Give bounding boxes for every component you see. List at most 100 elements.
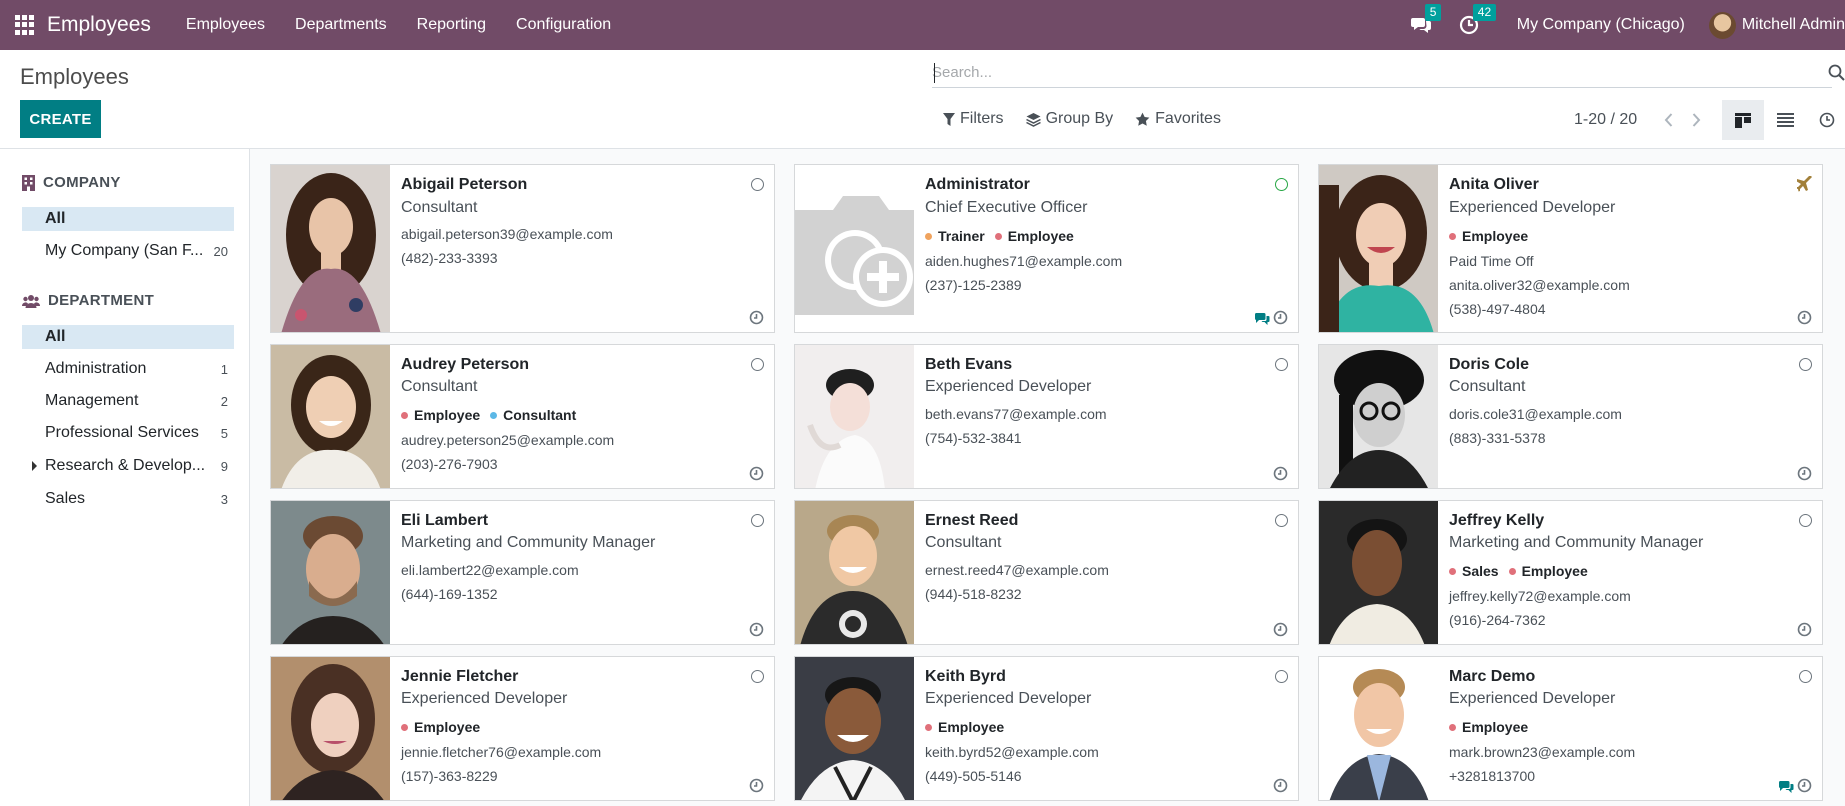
employee-card[interactable]: Eli Lambert Marketing and Community Mana… <box>270 500 775 645</box>
activity-clock-icon[interactable] <box>749 310 764 325</box>
department-filter-all[interactable]: All <box>22 325 234 349</box>
activity-view-button[interactable] <box>1806 100 1845 140</box>
employee-leave-status: Paid Time Off <box>1449 253 1534 269</box>
employee-card[interactable]: Jennie Fletcher Experienced Developer Em… <box>270 656 775 801</box>
employee-job-title: Consultant <box>401 199 478 216</box>
department-filter-sales[interactable]: Sales 3 <box>22 487 234 511</box>
employee-name: Eli Lambert <box>401 512 489 529</box>
employee-card[interactable]: Keith Byrd Experienced Developer Employe… <box>794 656 1299 801</box>
filters-dropdown[interactable]: Filters <box>943 110 1004 128</box>
chat-icon[interactable] <box>1254 312 1270 326</box>
employee-name: Administrator <box>925 176 1030 193</box>
employee-email: beth.evans77@example.com <box>925 406 1107 422</box>
employee-photo-image <box>1319 657 1438 800</box>
tag-employee: Employee <box>401 719 480 735</box>
menu-departments[interactable]: Departments <box>295 16 387 34</box>
employee-card[interactable]: Doris Cole Consultant doris.cole31@examp… <box>1318 344 1823 489</box>
employee-card[interactable]: Audrey Peterson Consultant Employee Cons… <box>270 344 775 489</box>
page-title: Employees <box>20 64 129 89</box>
presence-status-icon <box>1275 670 1288 683</box>
company-switcher[interactable]: My Company (Chicago) <box>1517 16 1685 34</box>
activity-clock-icon[interactable] <box>749 778 764 793</box>
employee-phone: (157)-363-8229 <box>401 768 498 784</box>
presence-status-icon <box>1799 358 1812 371</box>
company-section-label: COMPANY <box>43 174 121 191</box>
employee-name: Ernest Reed <box>925 512 1019 529</box>
search-input[interactable] <box>932 58 1832 88</box>
user-menu[interactable]: Mitchell Admin <box>1708 11 1845 39</box>
employee-tags: Employee <box>1449 719 1538 735</box>
employee-card[interactable]: Administrator Chief Executive Officer Tr… <box>794 164 1299 333</box>
employee-phone: (538)-497-4804 <box>1449 301 1546 317</box>
activity-clock-icon[interactable] <box>1273 778 1288 793</box>
employee-job-title: Experienced Developer <box>925 690 1092 707</box>
employee-phone: (944)-518-8232 <box>925 586 1022 602</box>
list-view-button[interactable] <box>1764 100 1806 140</box>
activity-clock-icon[interactable] <box>1797 778 1812 793</box>
app-menu-grid-icon[interactable] <box>15 15 35 35</box>
employee-card[interactable]: Beth Evans Experienced Developer beth.ev… <box>794 344 1299 489</box>
top-navbar: Employees Employees Departments Reportin… <box>0 0 1845 50</box>
groupby-dropdown[interactable]: Group By <box>1025 110 1113 128</box>
employee-card[interactable]: Ernest Reed Consultant ernest.reed47@exa… <box>794 500 1299 645</box>
tag-employee: Employee <box>1449 719 1528 735</box>
star-icon <box>1135 112 1150 126</box>
favorites-dropdown[interactable]: Favorites <box>1135 110 1221 128</box>
company-filter-count: 20 <box>213 243 228 259</box>
employee-job-title: Consultant <box>925 534 1002 551</box>
employee-name: Beth Evans <box>925 356 1013 373</box>
employee-tags: Employee <box>1449 228 1538 244</box>
presence-status-icon <box>1799 514 1812 527</box>
list-icon <box>1776 113 1794 127</box>
employee-card[interactable]: Marc Demo Experienced Developer Employee… <box>1318 656 1823 801</box>
messages-count-badge: 5 <box>1424 4 1442 21</box>
employee-card[interactable]: Jeffrey Kelly Marketing and Community Ma… <box>1318 500 1823 645</box>
tag-label: Employee <box>1007 228 1074 244</box>
tag-color-dot <box>1449 232 1456 240</box>
activities-button[interactable]: 42 <box>1459 4 1497 35</box>
app-title[interactable]: Employees <box>47 13 151 37</box>
kanban-view-button[interactable] <box>1722 100 1764 140</box>
messages-button[interactable]: 5 <box>1410 4 1442 35</box>
company-filter-my-company[interactable]: My Company (San F... 20 <box>22 239 234 263</box>
chat-icon[interactable] <box>1778 780 1794 794</box>
department-filter-count: 5 <box>220 425 228 441</box>
pager-value[interactable]: 1-20 / 20 <box>1574 111 1637 129</box>
activity-clock-icon[interactable] <box>1273 622 1288 637</box>
search-icon[interactable] <box>1828 64 1845 81</box>
activity-clock-icon[interactable] <box>1273 310 1288 325</box>
create-button[interactable]: CREATE <box>20 100 101 138</box>
activity-clock-icon[interactable] <box>1797 310 1812 325</box>
menu-reporting[interactable]: Reporting <box>417 16 486 34</box>
department-filter-management[interactable]: Management 2 <box>22 389 234 413</box>
activity-clock-icon[interactable] <box>749 622 764 637</box>
department-filter-professional-services[interactable]: Professional Services 5 <box>22 421 234 445</box>
department-filter-administration[interactable]: Administration 1 <box>22 357 234 381</box>
department-filter-count: 9 <box>220 458 228 474</box>
activity-clock-icon[interactable] <box>1273 466 1288 481</box>
menu-configuration[interactable]: Configuration <box>516 16 611 34</box>
department-filter-research-development[interactable]: Research & Develop... 9 <box>22 454 234 478</box>
department-filter-label: All <box>45 328 66 345</box>
tag-color-dot <box>401 723 408 731</box>
activity-clock-icon[interactable] <box>1797 622 1812 637</box>
pager-next-button[interactable] <box>1685 110 1707 130</box>
expand-caret-icon[interactable] <box>32 461 37 471</box>
activity-clock-icon[interactable] <box>749 466 764 481</box>
pager: 1-20 / 20 <box>1574 110 1707 130</box>
employee-card[interactable]: Anita Oliver Experienced Developer Emplo… <box>1318 164 1823 333</box>
department-filter-label: Research & Develop... <box>45 457 206 474</box>
employee-card[interactable]: Abigail Peterson Consultant abigail.pete… <box>270 164 775 333</box>
employee-email: audrey.peterson25@example.com <box>401 432 615 448</box>
pager-previous-button[interactable] <box>1657 110 1679 130</box>
presence-status-icon <box>751 358 764 371</box>
company-filter-all[interactable]: All <box>22 207 234 231</box>
activity-clock-icon[interactable] <box>1797 466 1812 481</box>
employee-phone: +3281813700 <box>1449 768 1536 784</box>
department-filter-count: 3 <box>220 491 228 507</box>
department-filter-label: Professional Services <box>45 424 199 441</box>
employee-photo <box>1319 345 1438 488</box>
menu-employees[interactable]: Employees <box>186 16 265 34</box>
employee-job-title: Consultant <box>401 378 478 395</box>
employee-photo-image <box>1319 165 1438 332</box>
